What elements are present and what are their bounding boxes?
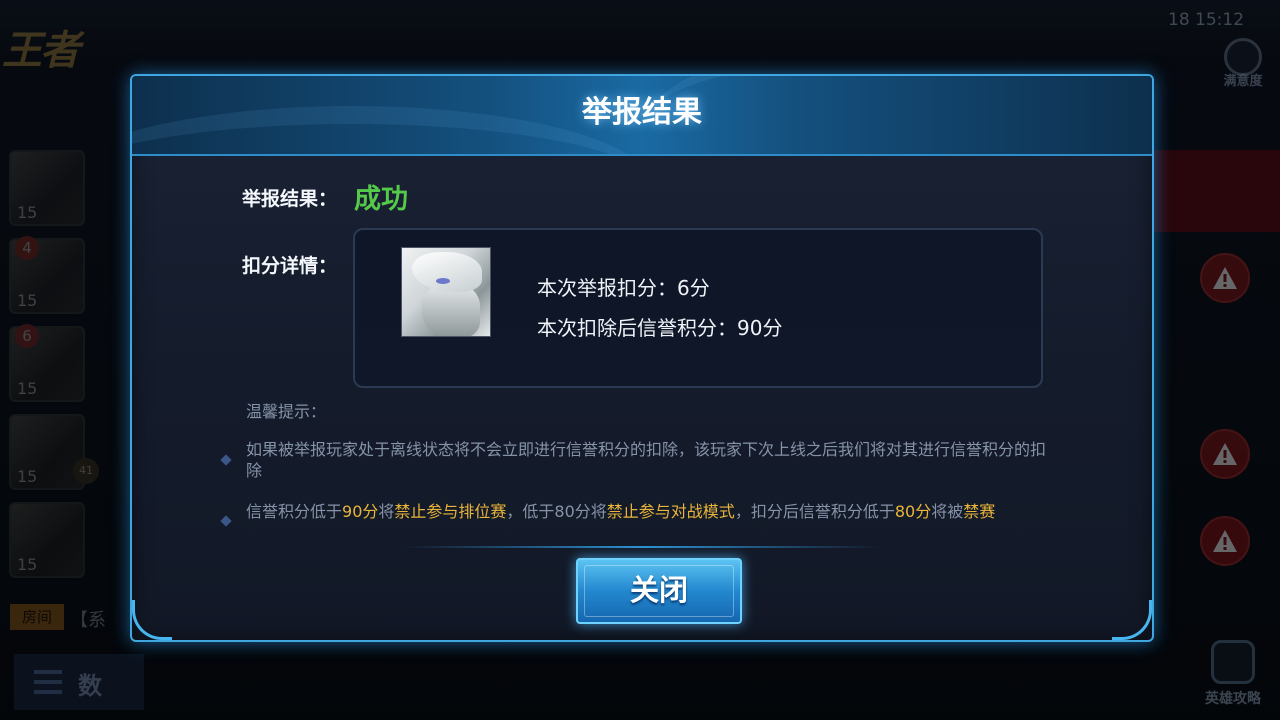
report-result-dialog: 举报结果 举报结果： 成功 扣分详情： 本次举报扣分：6分 本次扣除后信誉积分：… xyxy=(130,74,1154,642)
close-button[interactable]: 关闭 xyxy=(576,558,742,624)
dialog-header: 举报结果 xyxy=(132,76,1152,156)
divider xyxy=(402,546,882,548)
reported-player-avatar xyxy=(401,247,491,337)
tip-credit-thresholds: 信誉积分低于90分将禁止参与排位赛，低于80分将禁止参与对战模式，扣分后信誉积分… xyxy=(246,502,996,521)
detail-label: 扣分详情： xyxy=(242,255,338,277)
bullet-icon xyxy=(220,454,232,466)
deduction-points-text: 本次举报扣分：6分 xyxy=(537,276,710,300)
dialog-title: 举报结果 xyxy=(582,95,702,130)
corner-decoration xyxy=(132,600,172,640)
detail-row: 扣分详情： xyxy=(242,251,337,278)
remaining-credit-text: 本次扣除后信誉积分：90分 xyxy=(537,316,783,340)
close-button-label: 关闭 xyxy=(629,573,688,607)
tips-title: 温馨提示： xyxy=(246,402,327,421)
bullet-icon xyxy=(220,515,232,527)
result-row: 举报结果： 成功 xyxy=(242,184,408,215)
tip-offline: 如果被举报玩家处于离线状态将不会立即进行信誉积分的扣除，该玩家下次上线之后我们将… xyxy=(246,440,1047,480)
corner-decoration xyxy=(1112,600,1152,640)
deduction-detail-box: 本次举报扣分：6分 本次扣除后信誉积分：90分 xyxy=(353,228,1043,388)
result-status: 成功 xyxy=(354,184,408,215)
result-label: 举报结果： xyxy=(242,188,338,210)
